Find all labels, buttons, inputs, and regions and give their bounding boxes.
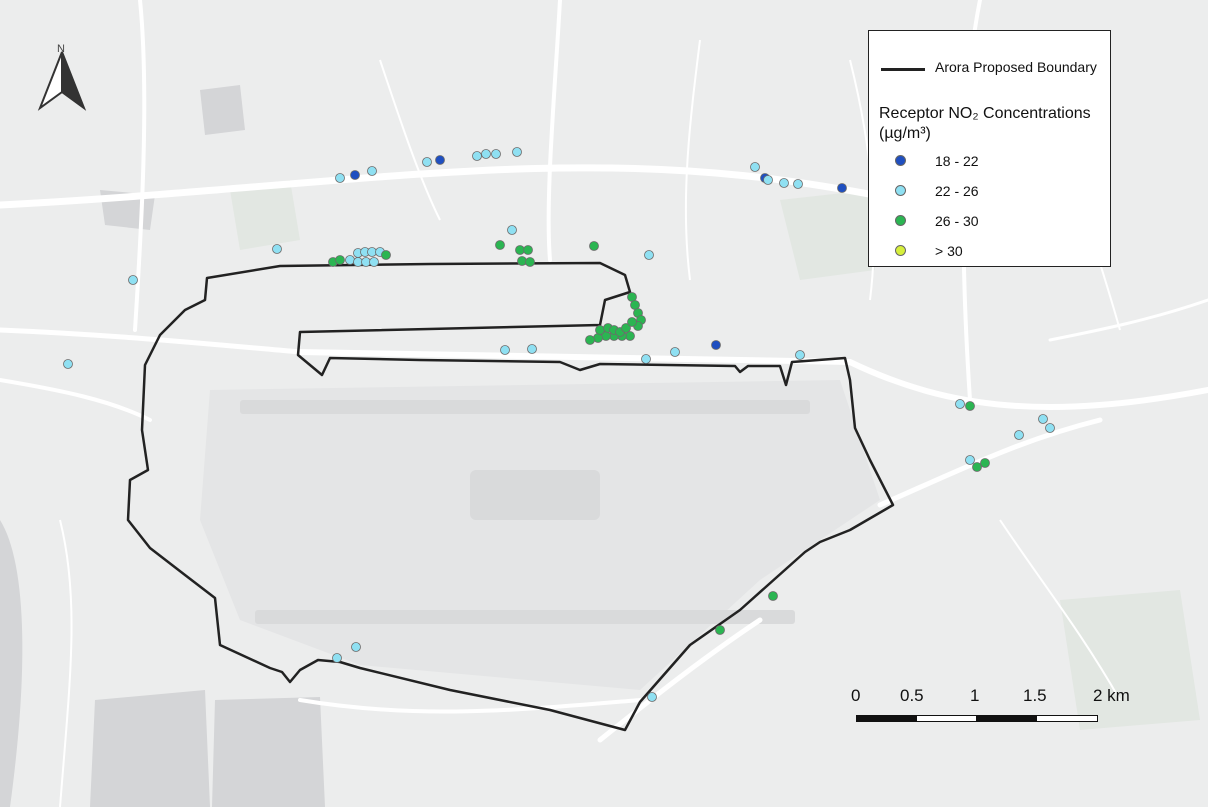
legend-item-18-22: 18 - 22 [895,153,1095,171]
boundary-legend-label: Arora Proposed Boundary [935,59,1097,75]
boundary-line-swatch [881,68,925,71]
scale-segment [856,715,917,722]
legend-item-22-26: 22 - 26 [895,183,1095,201]
legend-dot [895,215,906,226]
legend-item-26-30: 26 - 30 [895,213,1095,231]
scale-segment [976,715,1037,722]
legend-label: > 30 [935,243,963,259]
legend-dot [895,155,906,166]
scale-label-0-5: 0.5 [900,686,924,705]
north-arrow-icon: N [37,43,87,111]
legend-label: 18 - 22 [935,153,979,169]
legend-dot [895,185,906,196]
legend-dot [895,245,906,256]
legend-item-gt-30: > 30 [895,243,1095,261]
legend-label: 26 - 30 [935,213,979,229]
scale-label-1-5: 1.5 [1023,686,1047,705]
scale-segment [916,715,977,722]
scale-segment [1036,715,1098,722]
legend-label: 22 - 26 [935,183,979,199]
scale-label-1: 1 [970,686,980,705]
legend-title: Receptor NO₂ Concentrations (µg/m³) [879,105,1091,142]
map-legend: Arora Proposed Boundary Receptor NO₂ Con… [868,30,1111,267]
scale-label-0: 0 [851,686,861,705]
scale-label-2km: 2 km [1093,686,1130,705]
scale-bar: 0 0.5 1 1.5 2 km [848,686,1148,736]
